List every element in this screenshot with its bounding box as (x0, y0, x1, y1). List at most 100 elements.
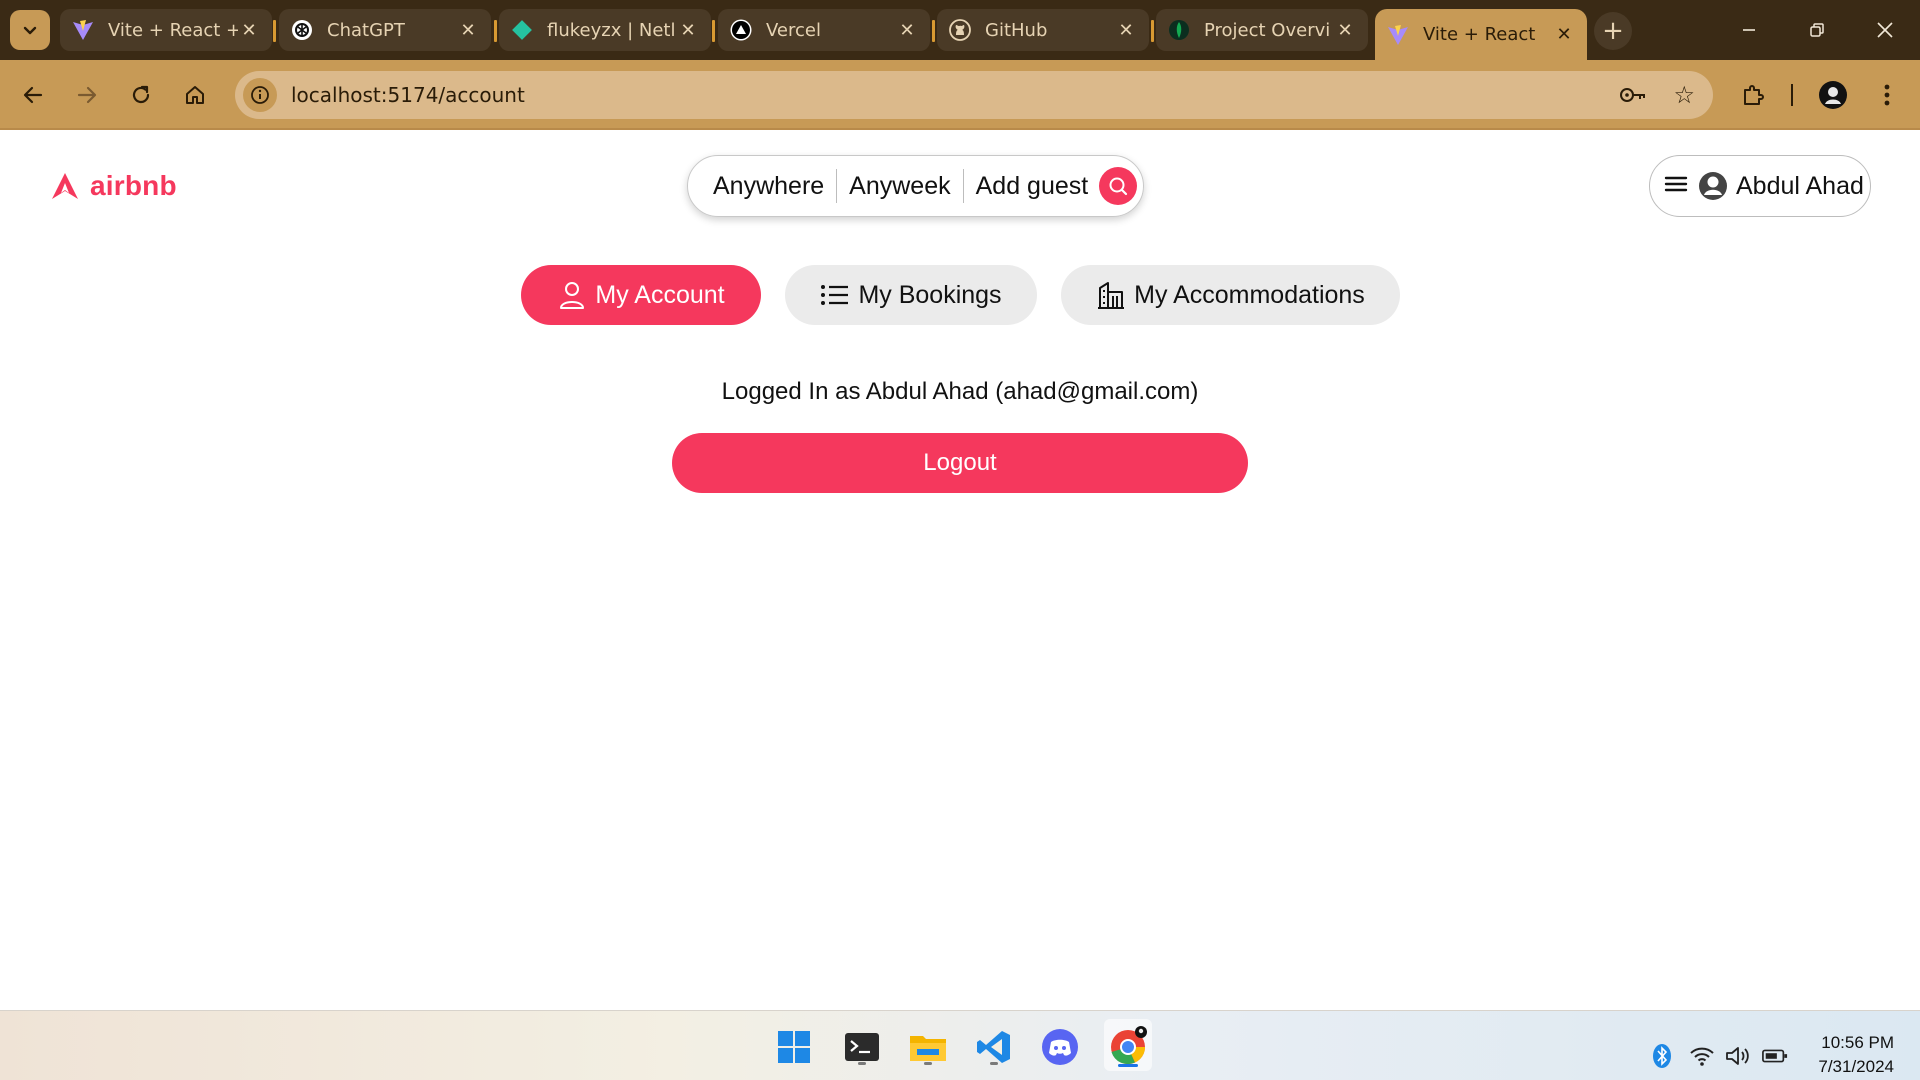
tab-title: flukeyzx | Netl (547, 19, 676, 41)
windows-start-icon[interactable] (772, 1025, 816, 1069)
reload-icon (132, 85, 150, 104)
browser-tab[interactable]: GitHub ✕ (937, 9, 1149, 51)
search-icon (1109, 177, 1128, 196)
wifi-icon[interactable] (1689, 1043, 1715, 1069)
back-button[interactable] (13, 75, 53, 115)
chrome-icon[interactable] (1104, 1019, 1152, 1071)
reload-button[interactable] (121, 75, 161, 115)
chatgpt-icon (291, 19, 313, 41)
user-avatar-icon (1698, 171, 1728, 201)
search-divider (962, 169, 964, 203)
search-when[interactable]: Anyweek (849, 172, 950, 201)
tab-close-icon[interactable]: ✕ (1115, 20, 1137, 41)
puzzle-icon (1744, 85, 1764, 105)
minimize-icon (1743, 29, 1755, 31)
list-icon (820, 280, 850, 310)
arrow-left-icon (23, 86, 43, 104)
tab-label: My Account (595, 280, 725, 309)
search-bar[interactable]: Anywhere Anyweek Add guest (687, 155, 1144, 217)
tab-title: Project Overvi (1204, 19, 1331, 41)
tab-label: My Accommodations (1134, 280, 1365, 309)
search-button[interactable] (1099, 167, 1138, 205)
tab-divider (932, 20, 935, 42)
tab-title: GitHub (985, 19, 1048, 41)
search-who[interactable]: Add guest (976, 172, 1089, 201)
browser-toolbar: localhost:5174/account ☆ (0, 60, 1920, 130)
browser-tab-strip: Vite + React + ✕ ChatGPT ✕ flukeyzx | Ne… (0, 0, 1920, 60)
github-icon (949, 19, 971, 41)
tab-my-account[interactable]: My Account (521, 265, 761, 325)
vercel-icon (730, 19, 752, 41)
search-divider (836, 169, 838, 203)
tab-divider (712, 20, 715, 42)
tab-divider (1151, 20, 1154, 42)
windows-taskbar: 10:56 PM 7/31/2024 (0, 1010, 1920, 1080)
restore-icon (1810, 23, 1824, 37)
tab-divider (273, 20, 276, 42)
discord-icon[interactable] (1038, 1025, 1082, 1069)
battery-icon[interactable] (1762, 1043, 1788, 1069)
file-explorer-icon[interactable] (906, 1025, 950, 1069)
terminal-icon[interactable] (840, 1025, 884, 1069)
new-tab-button[interactable]: + (1594, 12, 1632, 50)
restore-button[interactable] (1783, 0, 1851, 60)
browser-tab[interactable]: flukeyzx | Netl ✕ (499, 9, 711, 51)
tab-close-icon[interactable]: ✕ (1334, 20, 1356, 41)
tab-title: Vite + React + (108, 19, 238, 41)
close-icon (1877, 22, 1893, 38)
taskbar-running-indicator (924, 1062, 932, 1065)
address-bar[interactable]: localhost:5174/account ☆ (235, 71, 1713, 119)
profile-button[interactable] (1813, 75, 1853, 115)
tab-close-icon[interactable]: ✕ (457, 20, 479, 41)
logged-in-text: Logged In as Abdul Ahad (ahad@gmail.com) (721, 378, 1199, 405)
url-text[interactable]: localhost:5174/account (291, 83, 525, 107)
hamburger-menu-icon (1664, 172, 1690, 201)
search-where[interactable]: Anywhere (713, 172, 824, 201)
close-window-button[interactable] (1851, 0, 1919, 60)
key-icon[interactable] (1619, 83, 1647, 111)
minimize-button[interactable] (1715, 0, 1783, 60)
tab-search-button[interactable] (10, 10, 50, 50)
chevron-down-icon (23, 26, 37, 35)
airbnb-logo[interactable]: airbnb (50, 170, 177, 202)
home-button[interactable] (175, 75, 215, 115)
browser-tab[interactable]: Project Overvi ✕ (1156, 9, 1368, 51)
vite-icon (1387, 24, 1409, 46)
bluetooth-icon[interactable] (1649, 1043, 1675, 1069)
user-menu-button[interactable]: Abdul Ahad (1649, 155, 1871, 217)
tab-title: Vite + React (1423, 24, 1536, 45)
user-name: Abdul Ahad (1736, 171, 1864, 200)
profile-avatar-icon (1819, 81, 1847, 109)
netlify-icon (511, 19, 533, 41)
airbnb-logo-icon (52, 173, 78, 199)
tab-title: Vercel (766, 19, 821, 41)
site-info-icon[interactable] (243, 78, 277, 112)
clock-time: 10:56 PM (1821, 1033, 1894, 1052)
tab-my-accommodations[interactable]: My Accommodations (1061, 265, 1400, 325)
tab-close-icon[interactable]: ✕ (896, 20, 918, 41)
tab-label: My Bookings (858, 280, 1002, 309)
tab-close-icon[interactable]: ✕ (1553, 24, 1575, 45)
building-icon (1096, 280, 1126, 310)
bookmark-star-icon[interactable]: ☆ (1673, 81, 1695, 109)
system-clock[interactable]: 10:56 PM 7/31/2024 (1818, 1031, 1894, 1079)
tab-close-icon[interactable]: ✕ (677, 20, 699, 41)
taskbar-running-indicator (858, 1062, 866, 1065)
logout-button[interactable]: Logout (672, 433, 1248, 493)
mongodb-icon (1168, 19, 1190, 41)
tab-close-icon[interactable]: ✕ (238, 20, 260, 41)
browser-menu-button[interactable] (1867, 75, 1907, 115)
arrow-right-icon (77, 86, 97, 104)
browser-tab-active[interactable]: Vite + React ✕ (1375, 9, 1587, 60)
browser-tab[interactable]: Vercel ✕ (718, 9, 930, 51)
toolbar-divider (1791, 84, 1793, 106)
logo-text: airbnb (90, 170, 177, 201)
browser-tab[interactable]: ChatGPT ✕ (279, 9, 491, 51)
tab-my-bookings[interactable]: My Bookings (785, 265, 1037, 325)
extensions-button[interactable] (1733, 75, 1773, 115)
forward-button[interactable] (67, 75, 107, 115)
volume-icon[interactable] (1725, 1043, 1751, 1069)
taskbar-active-indicator (1118, 1064, 1138, 1067)
browser-tab[interactable]: Vite + React + ✕ (60, 9, 272, 51)
vscode-icon[interactable] (972, 1025, 1016, 1069)
